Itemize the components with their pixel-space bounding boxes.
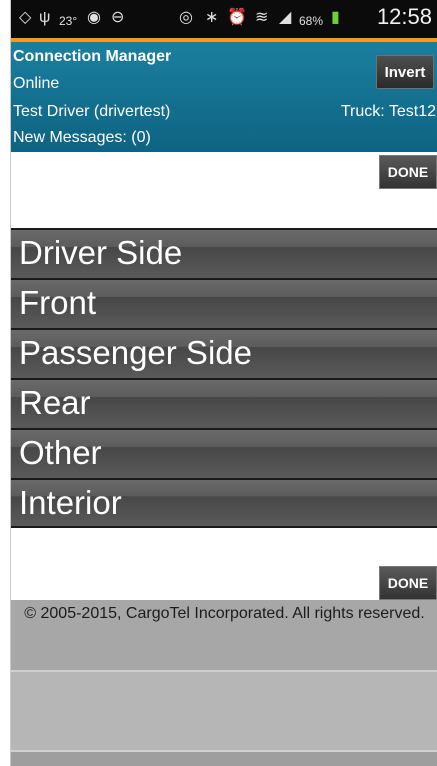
inspection-area-list: Driver Side Front Passenger Side Rear Ot… [11,228,437,528]
app-frame: ◇ ψ 23° ◉ ⊖ ◎ ∗ ⏰ ≋ ◢ 68% ▮ 12:58 Connec… [10,0,437,766]
status-bar: ◇ ψ 23° ◉ ⊖ ◎ ∗ ⏰ ≋ ◢ 68% ▮ 12:58 [11,0,437,38]
footer: © 2005-2015, CargoTel Incorporated. All … [11,600,437,766]
option-other[interactable]: Other [11,428,437,478]
alarm-icon: ⏰ [227,9,247,26]
temperature-icon: 23° [59,14,78,28]
wifi-icon: ≋ [255,9,269,26]
option-rear[interactable]: Rear [11,378,437,428]
bluetooth-icon: ∗ [205,9,219,26]
footer-panel [11,670,437,752]
invert-button[interactable]: Invert [376,55,434,89]
done-button-top[interactable]: DONE [379,155,437,189]
minus-circle-icon: ⊖ [111,9,125,26]
copyright-text: © 2005-2015, CargoTel Incorporated. All … [24,605,425,622]
gps-icon: ◇ [19,9,32,26]
option-passenger-side[interactable]: Passenger Side [11,328,437,378]
usb-icon: ψ [39,9,51,26]
battery-icon: ▮ [331,9,340,26]
truck-name: Truck: Test12 [340,103,436,120]
option-interior[interactable]: Interior [11,478,437,528]
status-clock: 12:58 [376,4,432,29]
sync-icon: ◉ [87,9,101,26]
eye-icon: ◎ [179,9,193,26]
driver-name: Test Driver (drivertest) [13,103,171,120]
option-front[interactable]: Front [11,278,437,328]
battery-percent: 68% [299,14,324,28]
page-title: Connection Manager [13,48,172,65]
app-header: Connection Manager Online Test Driver (d… [11,42,437,152]
option-driver-side[interactable]: Driver Side [11,228,437,278]
signal-icon: ◢ [279,9,292,26]
footer-strip [11,750,437,766]
connection-status: Online [13,75,60,92]
new-messages-link[interactable]: New Messages: (0) [13,128,151,148]
done-button-bottom[interactable]: DONE [379,566,437,600]
